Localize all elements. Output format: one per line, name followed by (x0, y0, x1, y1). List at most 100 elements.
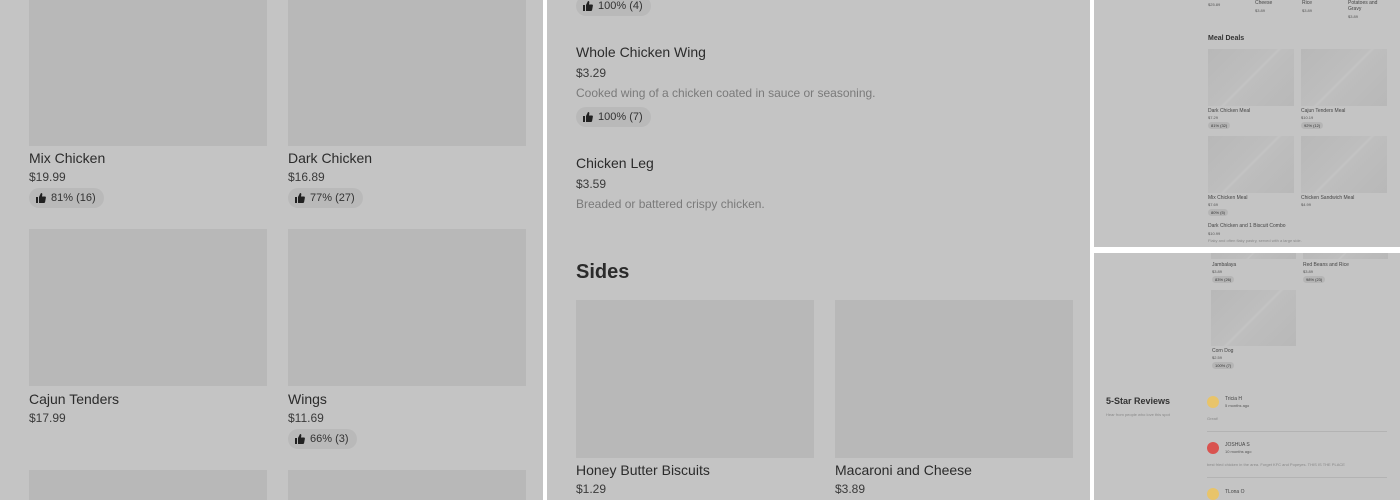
item-price: $3.89 (835, 482, 866, 496)
item-image-cajun-tenders[interactable] (29, 229, 267, 386)
rating-badge: 66% (3) (288, 429, 357, 449)
rating-text: 77% (27) (310, 192, 355, 204)
item-image[interactable] (1208, 136, 1294, 193)
menu-panel-top-right: $25.89 Cheese $3.89 Rice $3.89 Potatoes … (1094, 0, 1400, 247)
rating-badge: 81% (16) (29, 188, 104, 208)
thumbs-up-icon (36, 193, 46, 203)
item-name[interactable]: Chicken Leg (576, 155, 654, 171)
rating-text: 80% (5) (1211, 210, 1226, 215)
rating-badge: 77% (27) (288, 188, 363, 208)
divider (1207, 431, 1387, 432)
item-price: $19.99 (29, 170, 66, 184)
rating-text: 66% (3) (310, 433, 349, 445)
item-price: $3.89 (1212, 269, 1223, 274)
rating-text: 81% (32) (1211, 123, 1228, 128)
item-description: Breaded or battered crispy chicken. (576, 197, 765, 211)
item-name[interactable]: Mix Chicken Meal (1208, 195, 1247, 201)
rating-text: 83% (26) (1215, 277, 1232, 282)
item-image[interactable] (288, 470, 526, 500)
menu-panel-middle: 100% (4) Whole Chicken Wing $3.29 Cooked… (547, 0, 1090, 500)
item-name[interactable]: Corn Dog (1212, 348, 1233, 354)
avatar (1207, 488, 1219, 500)
item-name[interactable]: Dark Chicken (288, 150, 372, 166)
menu-panel-bottom-right: Jambalaya $3.89 83% (26) Red Beans and R… (1094, 253, 1400, 500)
item-price: $3.89 (1303, 269, 1314, 274)
item-name[interactable]: Cheese (1255, 0, 1272, 6)
review-author: JOSHUA S (1225, 442, 1250, 448)
thumbs-up-icon (583, 112, 593, 122)
item-price: $7.29 (1208, 115, 1219, 120)
item-description: Flaky and often flaky pastry, served wit… (1208, 238, 1302, 243)
rating-text: 100% (4) (598, 0, 643, 12)
item-price: $3.89 (1255, 8, 1266, 13)
item-price: $4.99 (1301, 202, 1312, 207)
rating-text: 100% (7) (1215, 363, 1232, 368)
item-price: $3.89 (1348, 14, 1359, 19)
item-name[interactable]: Dark Chicken and 1 Biscuit Combo (1208, 223, 1286, 229)
item-image-macaroni-and-cheese[interactable] (835, 300, 1073, 458)
review-author: TLona O (1225, 489, 1245, 495)
item-image-mix-chicken[interactable] (29, 0, 267, 146)
item-name[interactable]: Macaroni and Cheese (835, 462, 972, 478)
section-title-sides: Sides (576, 261, 630, 283)
thumbs-up-icon (295, 434, 305, 444)
item-price: $3.29 (576, 66, 607, 80)
item-price: $25.89 (1208, 2, 1221, 7)
item-name[interactable]: Wings (288, 391, 327, 407)
rating-badge: 92% (12) (1301, 122, 1324, 129)
item-price: $3.89 (1302, 8, 1313, 13)
rating-text: 92% (12) (1304, 123, 1321, 128)
item-name[interactable]: Honey Butter Biscuits (576, 462, 710, 478)
rating-badge: 100% (7) (1212, 362, 1235, 369)
item-name[interactable]: Jambalaya (1212, 262, 1236, 268)
rating-text: 98% (23) (1306, 277, 1323, 282)
rating-badge: 100% (4) (576, 0, 651, 16)
thumbs-up-icon (583, 1, 593, 11)
avatar (1207, 396, 1219, 408)
item-name[interactable]: Rice (1302, 0, 1312, 6)
item-name[interactable]: Cajun Tenders (29, 391, 119, 407)
rating-badge: 100% (7) (576, 107, 651, 127)
item-name[interactable]: Red Beans and Rice (1303, 262, 1349, 268)
rating-badge: 98% (23) (1303, 276, 1326, 283)
item-price: $11.69 (288, 411, 324, 425)
item-price: $10.99 (1208, 231, 1221, 236)
item-price: $17.99 (29, 411, 66, 425)
item-image[interactable] (1301, 49, 1387, 106)
item-description: Cooked wing of a chicken coated in sauce… (576, 86, 876, 100)
item-name[interactable]: Potatoes and Gravy (1348, 0, 1388, 12)
item-image-wings[interactable] (288, 229, 526, 386)
item-name[interactable]: Dark Chicken Meal (1208, 108, 1250, 114)
item-name[interactable]: Chicken Sandwich Meal (1301, 195, 1354, 201)
item-price: $2.59 (1212, 355, 1223, 360)
item-price: $1.29 (576, 482, 607, 496)
item-name[interactable]: Whole Chicken Wing (576, 44, 706, 60)
item-image-dark-chicken[interactable] (288, 0, 526, 146)
item-name[interactable]: Cajun Tenders Meal (1301, 108, 1345, 114)
thumbs-up-icon (295, 193, 305, 203)
item-price: $3.59 (576, 177, 607, 191)
divider (1207, 477, 1387, 478)
item-price: $7.69 (1208, 202, 1219, 207)
item-image[interactable] (1208, 49, 1294, 106)
rating-text: 100% (7) (598, 111, 643, 123)
item-image[interactable] (1211, 253, 1296, 259)
item-price: $16.89 (288, 170, 325, 184)
item-price: $10.19 (1301, 115, 1314, 120)
review-time: 10 months ago (1225, 449, 1252, 454)
rating-badge: 81% (32) (1208, 122, 1231, 129)
rating-text: 81% (16) (51, 192, 96, 204)
item-image[interactable] (29, 470, 267, 500)
reviews-subtitle: Hear from people who love this spot (1106, 412, 1170, 417)
item-name[interactable]: Mix Chicken (29, 150, 105, 166)
item-image[interactable] (1303, 253, 1388, 259)
item-image[interactable] (1301, 136, 1387, 193)
item-image-corn-dog[interactable] (1211, 290, 1296, 346)
menu-panel-left: Mix Chicken $19.99 81% (16) Dark Chicken… (0, 0, 543, 500)
review-author: Tricia H (1225, 396, 1243, 402)
reviews-title: 5-Star Reviews (1106, 396, 1171, 406)
review-text: best fried chicken in the area. Forget K… (1207, 462, 1345, 467)
rating-badge: 80% (5) (1208, 209, 1229, 216)
section-title-meal-deals: Meal Deals (1208, 35, 1245, 42)
item-image-honey-butter-biscuits[interactable] (576, 300, 814, 458)
